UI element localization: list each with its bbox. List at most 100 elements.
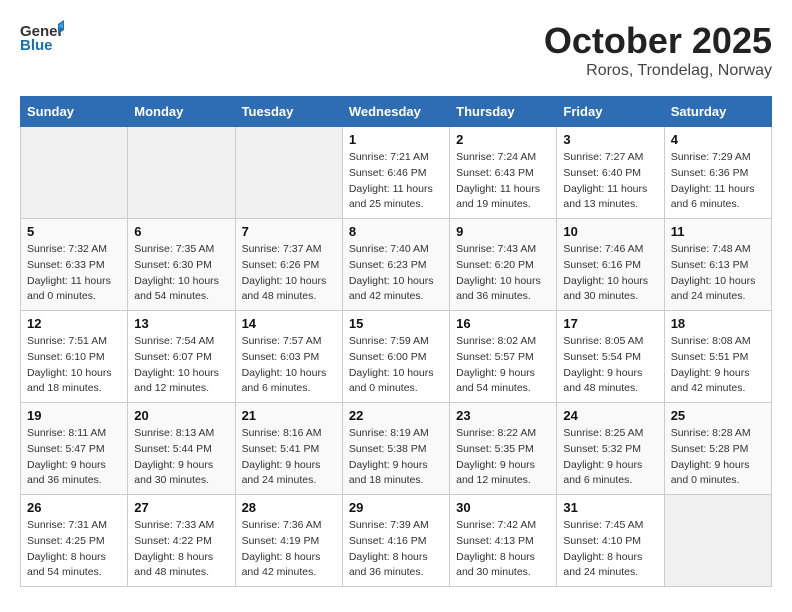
cell-sun-info: Sunrise: 7:51 AMSunset: 6:10 PMDaylight:… <box>27 334 121 397</box>
day-number: 5 <box>27 224 121 239</box>
page-header: General Blue October 2025 Roros, Trondel… <box>20 20 772 80</box>
day-number: 13 <box>134 316 228 331</box>
calendar-cell: 4 Sunrise: 7:29 AMSunset: 6:36 PMDaylight… <box>664 127 771 219</box>
calendar-cell: 30 Sunrise: 7:42 AMSunset: 4:13 PMDayligh… <box>450 495 557 587</box>
day-number: 30 <box>456 500 550 515</box>
calendar-cell <box>664 495 771 587</box>
day-number: 22 <box>349 408 443 423</box>
weekday-header: Thursday <box>450 97 557 127</box>
calendar-cell: 8Sunrise: 7:40 AMSunset: 6:23 PMDaylight… <box>342 219 449 311</box>
cell-sun-info: Sunrise: 7:45 AMSunset: 4:10 PMDaylight:… <box>563 518 657 581</box>
calendar-cell: 2Sunrise: 7:24 AMSunset: 6:43 PMDaylight… <box>450 127 557 219</box>
cell-sun-info: Sunrise: 7:35 AMSunset: 6:30 PMDaylight:… <box>134 242 228 305</box>
cell-sun-info: Sunrise: 7:27 AMSunset: 6:40 PMDaylight:… <box>563 150 657 213</box>
calendar-cell: 15 Sunrise: 7:59 AMSunset: 6:00 PMDayligh… <box>342 311 449 403</box>
calendar-cell: 23 Sunrise: 8:22 AMSunset: 5:35 PMDayligh… <box>450 403 557 495</box>
calendar-cell: 20Sunrise: 8:13 AMSunset: 5:44 PMDayligh… <box>128 403 235 495</box>
weekday-header: Saturday <box>664 97 771 127</box>
calendar-cell: 28 Sunrise: 7:36 AMSunset: 4:19 PMDayligh… <box>235 495 342 587</box>
cell-sun-info: Sunrise: 8:11 AMSunset: 5:47 PMDaylight:… <box>27 426 121 489</box>
weekday-header-row: SundayMondayTuesdayWednesdayThursdayFrid… <box>21 97 772 127</box>
cell-sun-info: Sunrise: 7:57 AMSunset: 6:03 PMDaylight:… <box>242 334 336 397</box>
cell-sun-info: Sunrise: 7:36 AMSunset: 4:19 PMDaylight:… <box>242 518 336 581</box>
day-number: 12 <box>27 316 121 331</box>
day-number: 17 <box>563 316 657 331</box>
day-number: 27 <box>134 500 228 515</box>
cell-sun-info: Sunrise: 7:54 AMSunset: 6:07 PMDaylight:… <box>134 334 228 397</box>
calendar-week-row: 5 Sunrise: 7:32 AMSunset: 6:33 PMDaylight… <box>21 219 772 311</box>
calendar-week-row: 19 Sunrise: 8:11 AMSunset: 5:47 PMDayligh… <box>21 403 772 495</box>
cell-sun-info: Sunrise: 7:40 AMSunset: 6:23 PMDaylight:… <box>349 242 443 305</box>
calendar-cell: 29Sunrise: 7:39 AMSunset: 4:16 PMDayligh… <box>342 495 449 587</box>
weekday-header: Monday <box>128 97 235 127</box>
weekday-header: Wednesday <box>342 97 449 127</box>
weekday-header: Friday <box>557 97 664 127</box>
day-number: 6 <box>134 224 228 239</box>
calendar-cell: 13 Sunrise: 7:54 AMSunset: 6:07 PMDayligh… <box>128 311 235 403</box>
day-number: 4 <box>671 132 765 147</box>
day-number: 14 <box>242 316 336 331</box>
day-number: 21 <box>242 408 336 423</box>
logo: General Blue <box>20 20 64 56</box>
calendar-cell: 1 Sunrise: 7:21 AMSunset: 6:46 PMDaylight… <box>342 127 449 219</box>
day-number: 11 <box>671 224 765 239</box>
calendar-cell: 26 Sunrise: 7:31 AMSunset: 4:25 PMDayligh… <box>21 495 128 587</box>
day-number: 28 <box>242 500 336 515</box>
day-number: 2 <box>456 132 550 147</box>
title-block: October 2025 Roros, Trondelag, Norway <box>544 20 772 80</box>
cell-sun-info: Sunrise: 7:29 AMSunset: 6:36 PMDaylight:… <box>671 150 765 213</box>
calendar-cell: 31 Sunrise: 7:45 AMSunset: 4:10 PMDayligh… <box>557 495 664 587</box>
day-number: 16 <box>456 316 550 331</box>
day-number: 26 <box>27 500 121 515</box>
calendar-cell <box>21 127 128 219</box>
calendar-week-row: 26 Sunrise: 7:31 AMSunset: 4:25 PMDayligh… <box>21 495 772 587</box>
weekday-header: Sunday <box>21 97 128 127</box>
day-number: 10 <box>563 224 657 239</box>
day-number: 23 <box>456 408 550 423</box>
cell-sun-info: Sunrise: 7:43 AMSunset: 6:20 PMDaylight:… <box>456 242 550 305</box>
calendar-cell: 17Sunrise: 8:05 AMSunset: 5:54 PMDayligh… <box>557 311 664 403</box>
calendar-week-row: 12 Sunrise: 7:51 AMSunset: 6:10 PMDayligh… <box>21 311 772 403</box>
cell-sun-info: Sunrise: 7:21 AMSunset: 6:46 PMDaylight:… <box>349 150 443 213</box>
calendar-cell: 16 Sunrise: 8:02 AMSunset: 5:57 PMDayligh… <box>450 311 557 403</box>
cell-sun-info: Sunrise: 7:33 AMSunset: 4:22 PMDaylight:… <box>134 518 228 581</box>
cell-sun-info: Sunrise: 8:22 AMSunset: 5:35 PMDaylight:… <box>456 426 550 489</box>
calendar-cell: 21 Sunrise: 8:16 AMSunset: 5:41 PMDayligh… <box>235 403 342 495</box>
day-number: 18 <box>671 316 765 331</box>
cell-sun-info: Sunrise: 7:42 AMSunset: 4:13 PMDaylight:… <box>456 518 550 581</box>
cell-sun-info: Sunrise: 7:32 AMSunset: 6:33 PMDaylight:… <box>27 242 121 305</box>
calendar-cell: 5 Sunrise: 7:32 AMSunset: 6:33 PMDaylight… <box>21 219 128 311</box>
cell-sun-info: Sunrise: 7:48 AMSunset: 6:13 PMDaylight:… <box>671 242 765 305</box>
calendar-cell: 10 Sunrise: 7:46 AMSunset: 6:16 PMDayligh… <box>557 219 664 311</box>
cell-sun-info: Sunrise: 8:13 AMSunset: 5:44 PMDaylight:… <box>134 426 228 489</box>
cell-sun-info: Sunrise: 8:25 AMSunset: 5:32 PMDaylight:… <box>563 426 657 489</box>
cell-sun-info: Sunrise: 7:39 AMSunset: 4:16 PMDaylight:… <box>349 518 443 581</box>
calendar-cell: 22Sunrise: 8:19 AMSunset: 5:38 PMDayligh… <box>342 403 449 495</box>
cell-sun-info: Sunrise: 7:46 AMSunset: 6:16 PMDaylight:… <box>563 242 657 305</box>
day-number: 15 <box>349 316 443 331</box>
cell-sun-info: Sunrise: 7:31 AMSunset: 4:25 PMDaylight:… <box>27 518 121 581</box>
day-number: 1 <box>349 132 443 147</box>
cell-sun-info: Sunrise: 8:28 AMSunset: 5:28 PMDaylight:… <box>671 426 765 489</box>
day-number: 19 <box>27 408 121 423</box>
calendar-cell: 19 Sunrise: 8:11 AMSunset: 5:47 PMDayligh… <box>21 403 128 495</box>
calendar-cell <box>235 127 342 219</box>
cell-sun-info: Sunrise: 8:16 AMSunset: 5:41 PMDaylight:… <box>242 426 336 489</box>
cell-sun-info: Sunrise: 7:37 AMSunset: 6:26 PMDaylight:… <box>242 242 336 305</box>
day-number: 31 <box>563 500 657 515</box>
logo-icon: General Blue <box>20 20 64 56</box>
svg-text:Blue: Blue <box>20 37 53 54</box>
calendar-cell: 14 Sunrise: 7:57 AMSunset: 6:03 PMDayligh… <box>235 311 342 403</box>
calendar-week-row: 1 Sunrise: 7:21 AMSunset: 6:46 PMDaylight… <box>21 127 772 219</box>
cell-sun-info: Sunrise: 7:59 AMSunset: 6:00 PMDaylight:… <box>349 334 443 397</box>
weekday-header: Tuesday <box>235 97 342 127</box>
calendar-cell: 25Sunrise: 8:28 AMSunset: 5:28 PMDayligh… <box>664 403 771 495</box>
cell-sun-info: Sunrise: 8:08 AMSunset: 5:51 PMDaylight:… <box>671 334 765 397</box>
calendar-cell: 12 Sunrise: 7:51 AMSunset: 6:10 PMDayligh… <box>21 311 128 403</box>
calendar-cell: 3Sunrise: 7:27 AMSunset: 6:40 PMDaylight… <box>557 127 664 219</box>
calendar-table: SundayMondayTuesdayWednesdayThursdayFrid… <box>20 96 772 587</box>
cell-sun-info: Sunrise: 8:02 AMSunset: 5:57 PMDaylight:… <box>456 334 550 397</box>
calendar-cell: 18 Sunrise: 8:08 AMSunset: 5:51 PMDayligh… <box>664 311 771 403</box>
day-number: 24 <box>563 408 657 423</box>
calendar-cell: 11 Sunrise: 7:48 AMSunset: 6:13 PMDayligh… <box>664 219 771 311</box>
